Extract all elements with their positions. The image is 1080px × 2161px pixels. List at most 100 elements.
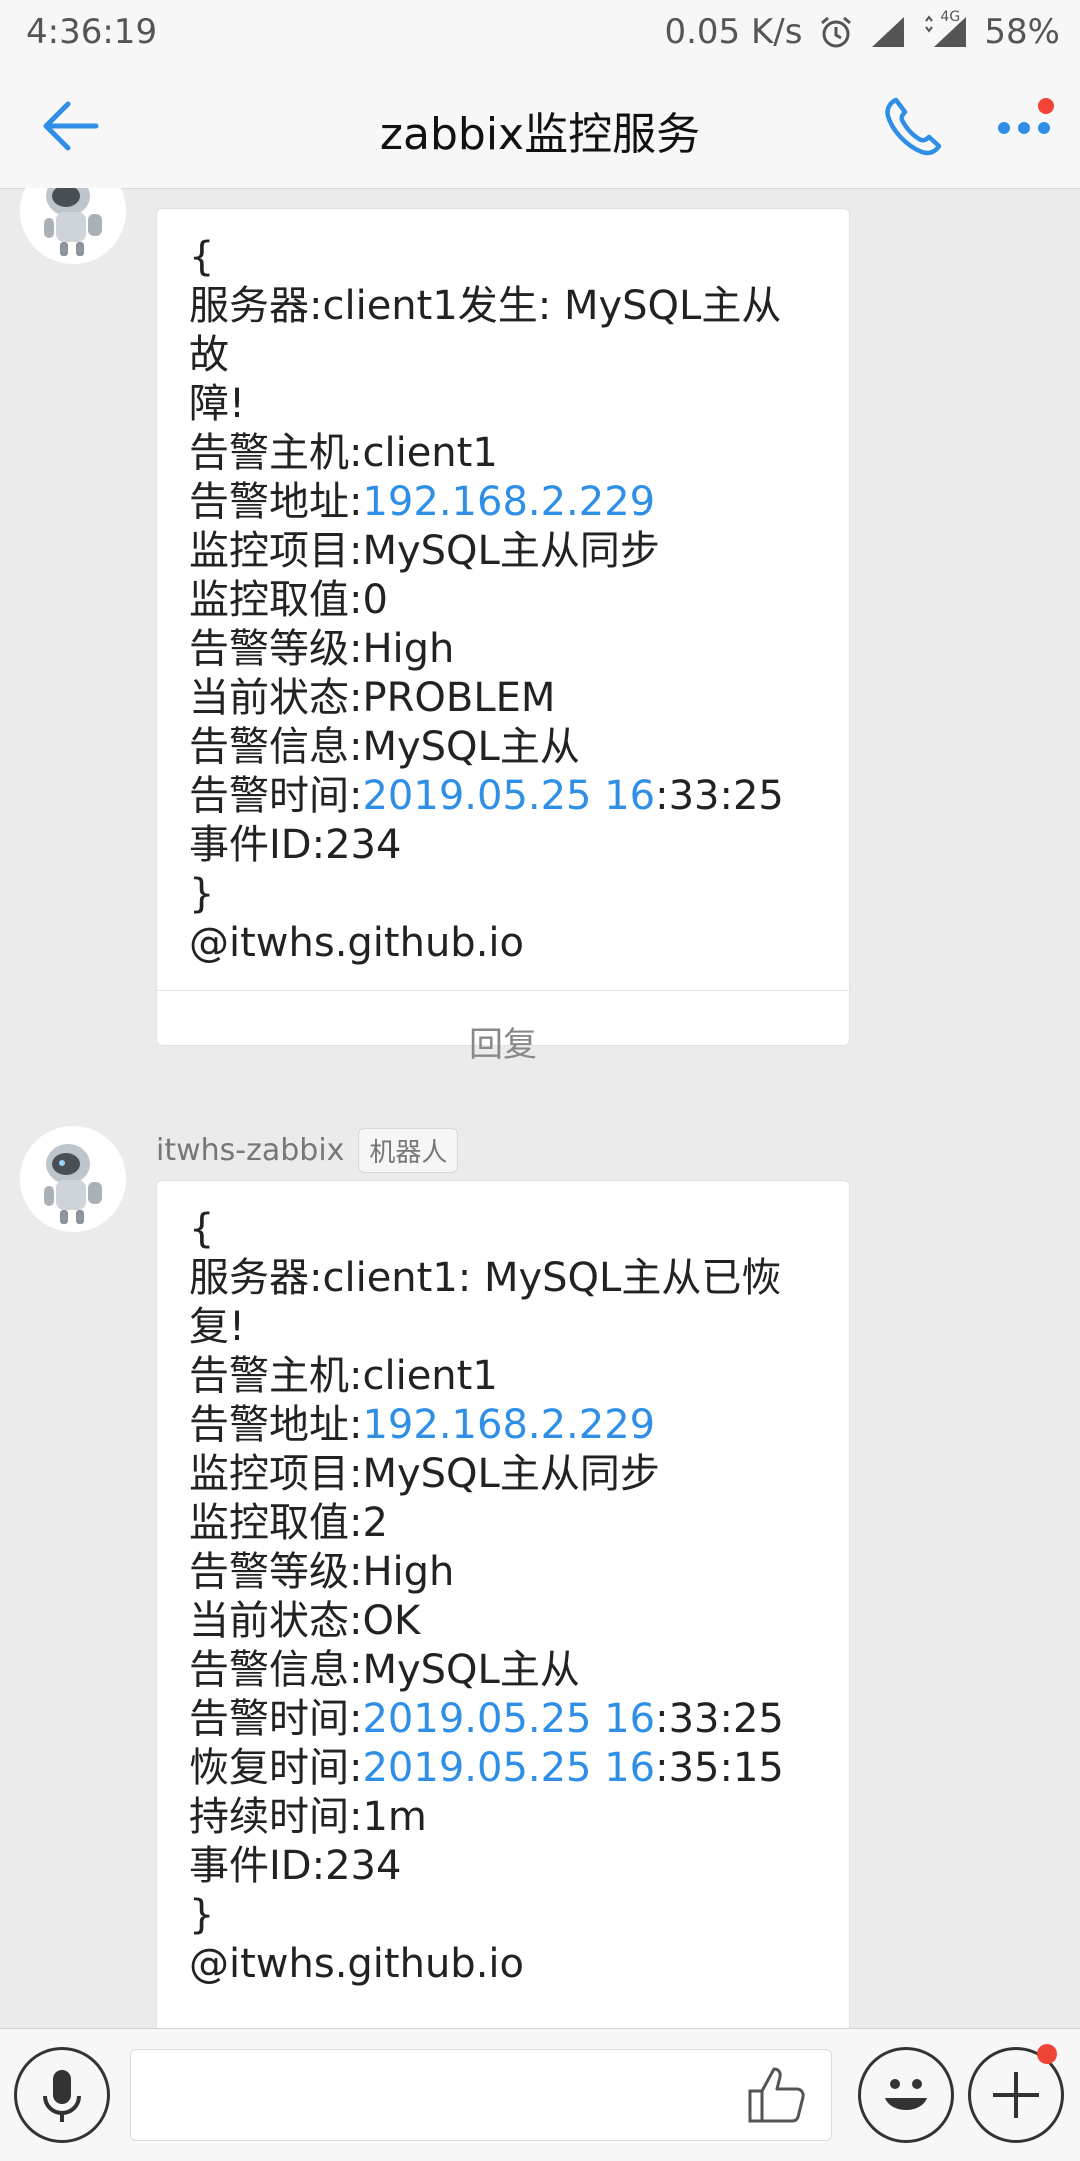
robot-avatar-icon <box>20 188 126 264</box>
message-line: 障! <box>189 380 819 429</box>
emoji-button[interactable] <box>858 2047 954 2143</box>
message-line: 告警时间:2019.05.25 16:33:25 <box>189 1695 819 1744</box>
message-text: 告警等级:High <box>189 1549 455 1595</box>
avatar[interactable] <box>20 1126 126 1232</box>
message-link[interactable]: 2019.05.25 16 <box>362 1696 655 1742</box>
microphone-icon <box>43 2070 81 2122</box>
message-line: 复! <box>189 1303 819 1352</box>
message-line: 恢复时间:2019.05.25 16:35:15 <box>189 1744 819 1793</box>
message-text: 告警时间: <box>189 773 363 819</box>
message-text: 告警主机:client1 <box>189 1353 498 1399</box>
more-button[interactable] <box>990 96 1060 156</box>
battery-level: 58% <box>984 12 1060 52</box>
sender-name: itwhs-zabbix <box>156 1133 345 1168</box>
message-text: 告警时间: <box>189 1696 363 1742</box>
message-line: 监控项目:MySQL主从同步 <box>189 1450 819 1499</box>
message-text: 恢复时间: <box>189 1745 363 1791</box>
add-button[interactable] <box>968 2044 1064 2143</box>
message-text: 当前状态:PROBLEM <box>189 675 556 721</box>
message-line: 告警信息:MySQL主从 <box>189 723 819 772</box>
reply-button[interactable]: 回复 <box>157 990 849 1091</box>
status-right: 0.05 K/s 4G 58% <box>664 9 1060 52</box>
status-bar: 4:36:19 0.05 K/s 4G 58% <box>0 0 1080 66</box>
notification-dot <box>1038 98 1054 114</box>
message-text: 持续时间:1m <box>189 1794 427 1840</box>
voice-button[interactable] <box>14 2047 110 2143</box>
message-card: {服务器:client1发生: MySQL主从故 障! 告警主机:client1 告警… <box>156 208 850 1065</box>
message-line: } <box>189 1891 819 1940</box>
message-line: 告警主机:client1 <box>189 429 819 478</box>
message-text: @itwhs.github.io <box>189 920 524 966</box>
message-line: 服务器:client1: MySQL主从已恢 <box>189 1254 819 1303</box>
network-speed: 0.05 K/s <box>664 12 803 52</box>
message-line: 告警时间:2019.05.25 16:33:25 <box>189 772 819 821</box>
message-body: {服务器:client1: MySQL主从已恢 复! 告警主机:client1 告警地… <box>157 1181 849 2011</box>
message-line: 当前状态:OK <box>189 1597 819 1646</box>
message-text: 监控取值:2 <box>189 1500 388 1546</box>
message-text: 当前状态:OK <box>189 1598 421 1644</box>
network-type: 4G <box>940 9 961 25</box>
message-line: 告警信息:MySQL主从 <box>189 1646 819 1695</box>
message-text: 障! <box>189 381 246 427</box>
message-line: } <box>189 870 819 919</box>
message-text: 监控项目:MySQL主从同步 <box>189 1451 660 1497</box>
message-text: { <box>189 234 215 280</box>
message-input[interactable] <box>130 2049 832 2141</box>
thumbs-up-icon <box>748 2067 805 2123</box>
message-text: 告警地址: <box>189 479 363 525</box>
message-line: { <box>189 233 819 282</box>
message-text: 监控项目:MySQL主从同步 <box>189 528 660 574</box>
message-line: 监控项目:MySQL主从同步 <box>189 527 819 576</box>
message-line: @itwhs.github.io <box>189 919 819 968</box>
message-text: } <box>189 871 215 917</box>
avatar[interactable] <box>20 188 126 264</box>
message-text: 事件ID:234 <box>189 1843 402 1889</box>
signal-icon <box>870 15 906 49</box>
notification-dot <box>1037 2044 1057 2064</box>
message-link[interactable]: 2019.05.25 16 <box>362 773 655 819</box>
bot-badge: 机器人 <box>358 1128 459 1173</box>
message-line: 告警地址:192.168.2.229 <box>189 478 819 527</box>
message-text: :33:25 <box>655 773 784 819</box>
message-text: @itwhs.github.io <box>189 1941 524 1987</box>
message-line: 告警地址:192.168.2.229 <box>189 1401 819 1450</box>
message-line: { <box>189 1205 819 1254</box>
message-text: 事件ID:234 <box>189 822 402 868</box>
message-line: 监控取值:0 <box>189 576 819 625</box>
message-line: 当前状态:PROBLEM <box>189 674 819 723</box>
message-line: 持续时间:1m <box>189 1793 819 1842</box>
message-text: 告警信息:MySQL主从 <box>189 1647 580 1693</box>
message-link[interactable]: 192.168.2.229 <box>362 1402 655 1448</box>
call-button[interactable] <box>880 94 950 160</box>
emoji-icon <box>885 2079 927 2110</box>
message-line: 事件ID:234 <box>189 821 819 870</box>
message-text: { <box>189 1206 215 1252</box>
message-line: @itwhs.github.io <box>189 1940 819 1989</box>
message-link[interactable]: 192.168.2.229 <box>362 479 655 525</box>
chat-area[interactable]: {服务器:client1发生: MySQL主从故 障! 告警主机:client1 告警… <box>0 188 1080 2028</box>
message-line: 监控取值:2 <box>189 1499 819 1548</box>
like-button[interactable] <box>744 2061 810 2127</box>
message-text: 告警主机:client1 <box>189 430 498 476</box>
message-text: 监控取值:0 <box>189 577 388 623</box>
phone-icon <box>885 97 942 156</box>
message-card: {服务器:client1: MySQL主从已恢 复! 告警主机:client1 告警地… <box>156 1180 850 2028</box>
chat-header: zabbix监控服务 <box>0 66 1080 189</box>
message-line: 服务器:client1发生: MySQL主从故 <box>189 282 819 380</box>
message-text: :35:15 <box>655 1745 784 1791</box>
message-text: 告警等级:High <box>189 626 455 672</box>
message-text: :33:25 <box>655 1696 784 1742</box>
message-text: 告警信息:MySQL主从 <box>189 724 580 770</box>
message-text: 告警地址: <box>189 1402 363 1448</box>
message-line: 告警主机:client1 <box>189 1352 819 1401</box>
message-link[interactable]: 2019.05.25 16 <box>362 1745 655 1791</box>
message-line: 告警等级:High <box>189 625 819 674</box>
input-bar <box>0 2028 1080 2161</box>
robot-avatar-icon <box>20 1126 126 1232</box>
alarm-icon <box>818 14 854 50</box>
sender-row: itwhs-zabbix 机器人 <box>156 1128 459 1173</box>
message-text: 复! <box>189 1304 246 1350</box>
message-body: {服务器:client1发生: MySQL主从故 障! 告警主机:client1 告警… <box>157 209 849 990</box>
message-line: 告警等级:High <box>189 1548 819 1597</box>
status-time: 4:36:19 <box>26 12 158 52</box>
